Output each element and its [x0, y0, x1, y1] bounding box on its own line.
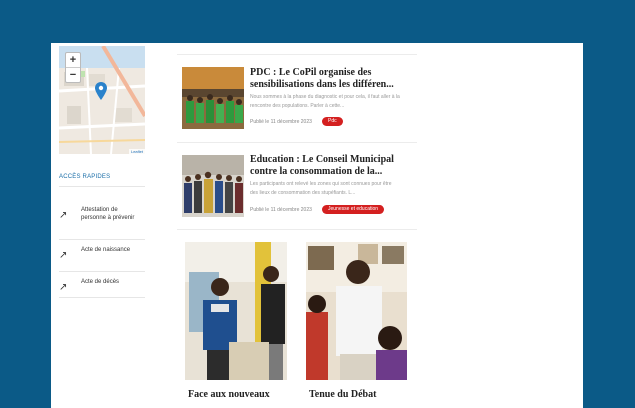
- quick-access-label: Acte de décès: [81, 279, 120, 285]
- zoom-out-button[interactable]: −: [66, 68, 80, 82]
- divider: [177, 229, 417, 230]
- article-excerpt: Les participants ont relevé les zones qu…: [250, 181, 392, 196]
- quick-access-item-deces[interactable]: ↗ Acte de décès: [59, 278, 145, 294]
- divider: [177, 142, 417, 143]
- quick-access-title: ACCÈS RAPIDES: [59, 174, 111, 180]
- article-excerpt: Nous sommes à la phase du diagnostic et …: [250, 94, 400, 109]
- article-title[interactable]: Education : Le Conseil Municipal contre …: [250, 154, 410, 178]
- card-title[interactable]: Face aux nouveaux: [188, 389, 270, 400]
- category-badge[interactable]: Jeunesse et education: [322, 205, 385, 214]
- location-map[interactable]: + − Leaflet: [59, 46, 145, 154]
- divider: [59, 186, 145, 187]
- article-thumbnail[interactable]: [182, 67, 244, 129]
- card-title[interactable]: Tenue du Débat: [309, 389, 376, 400]
- article-date: Publié le 11 décembre 2023: [250, 207, 312, 213]
- article-title[interactable]: PDC : Le CoPil organise des sensibilisat…: [250, 67, 410, 91]
- article-date: Publié le 11 décembre 2023: [250, 119, 312, 125]
- arrow-up-right-icon: ↗: [59, 210, 68, 221]
- divider: [59, 239, 145, 240]
- divider: [59, 271, 145, 272]
- article-thumbnail[interactable]: [182, 155, 244, 217]
- quick-access-label: Attestation de personne à prévenir: [81, 207, 135, 221]
- map-attribution: Leaflet: [128, 149, 145, 154]
- divider: [177, 54, 417, 55]
- quick-access-label: Acte de naissance: [81, 247, 131, 253]
- zoom-in-button[interactable]: +: [66, 53, 80, 68]
- page-container: + − Leaflet ACCÈS RAPIDES ↗ Attestation …: [51, 43, 583, 408]
- category-badge[interactable]: Pdc: [322, 117, 343, 126]
- arrow-up-right-icon: ↗: [59, 250, 68, 261]
- quick-access-item-attestation[interactable]: ↗ Attestation de personne à prévenir: [59, 206, 145, 236]
- divider: [59, 297, 145, 298]
- leaflet-link[interactable]: Leaflet: [131, 149, 143, 154]
- card-image[interactable]: [185, 242, 287, 380]
- quick-access-item-naissance[interactable]: ↗ Acte de naissance: [59, 246, 145, 270]
- map-marker-icon[interactable]: [95, 82, 107, 100]
- arrow-up-right-icon: ↗: [59, 282, 68, 293]
- map-zoom-control: + −: [65, 52, 81, 83]
- card-image[interactable]: [306, 242, 407, 380]
